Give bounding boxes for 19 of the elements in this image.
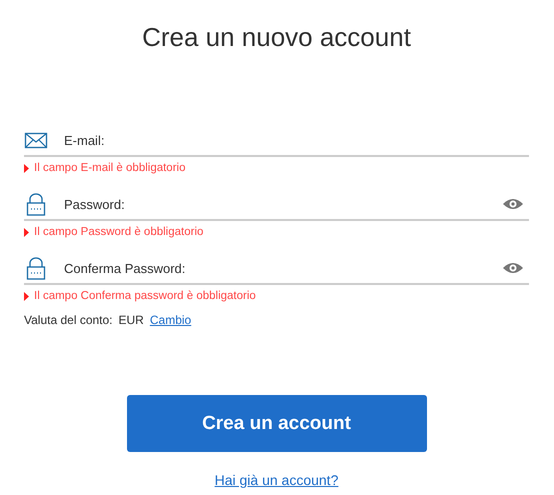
triangle-icon <box>24 228 29 236</box>
eye-icon[interactable] <box>502 261 524 275</box>
padlock-icon <box>24 256 48 280</box>
create-account-button[interactable]: Crea un account <box>126 395 426 452</box>
email-field[interactable]: E-mail: <box>64 132 529 148</box>
eye-icon[interactable] <box>502 197 524 211</box>
login-link[interactable]: Hai già un account? <box>214 472 338 488</box>
padlock-icon <box>24 192 48 216</box>
error-message: Il campo Password è obbligatorio <box>34 226 204 238</box>
error-message: Il campo E-mail è obbligatorio <box>34 162 186 174</box>
page-title: Crea un nuovo account <box>141 21 412 54</box>
error-message: Il campo Conferma password è obbligatorio <box>34 290 256 302</box>
change-link[interactable]: Cambio <box>150 313 192 327</box>
triangle-icon <box>24 164 29 172</box>
currency-label: Valuta del conto: <box>24 313 113 327</box>
password-field[interactable]: Password: <box>64 196 502 212</box>
password-field[interactable]: Conferma Password: <box>64 260 502 276</box>
currency-value: EUR <box>118 313 144 327</box>
triangle-icon <box>24 292 29 300</box>
